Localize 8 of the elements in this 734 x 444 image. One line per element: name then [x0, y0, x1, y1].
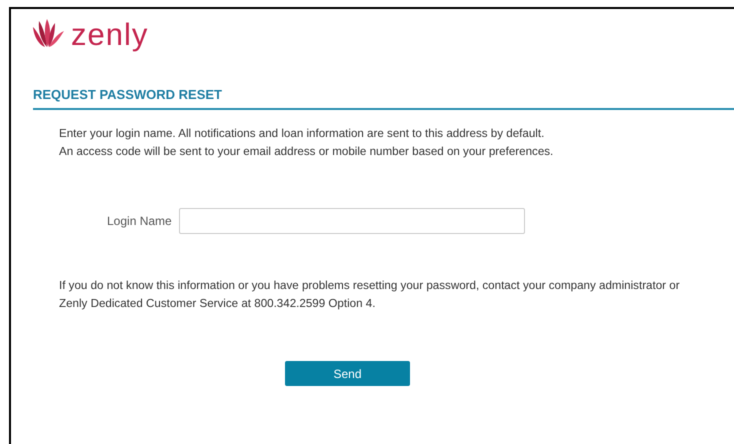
page-heading: REQUEST PASSWORD RESET: [33, 87, 734, 110]
login-name-field[interactable]: [178, 208, 525, 234]
login-name-label: Login Name: [107, 214, 172, 228]
help-text: If you do not know this information or you have problems resetting your password, contact your company administrator or Zenly Dedicated Customer Service at 800.342.2599 Option 4.: [59, 278, 681, 312]
logo-wordmark: zenly: [71, 18, 148, 50]
lotus-logo-icon: [31, 19, 65, 49]
send-button[interactable]: Send: [285, 361, 410, 386]
instructions-text: Enter your login name. All notifications and loan information are sent to this address by default. An access code will be sent to your email address or mobile number based on your preferences.: [59, 126, 554, 160]
